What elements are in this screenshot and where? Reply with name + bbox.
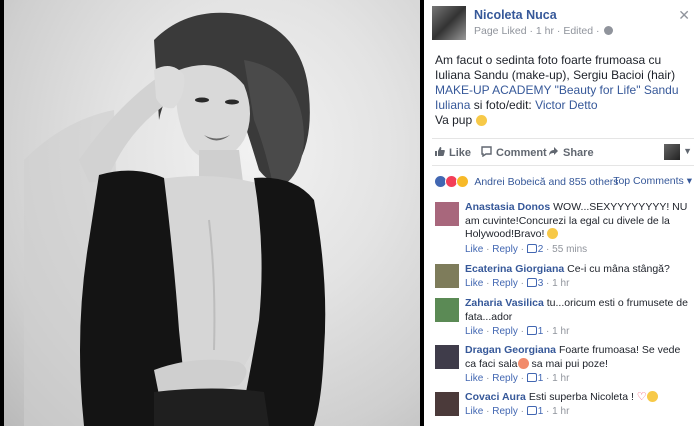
comment-footer: Like · Reply · 1 · 1 hr [465,373,570,384]
comment-reply-link[interactable]: Reply [492,406,518,417]
commenter-avatar[interactable] [435,298,459,322]
comment-footer: Like · Reply · 3 · 1 hr [465,278,570,289]
like-label: Like [449,147,472,159]
comment-item: Ecaterina Giorgiana Ce-i cu mâna stângă?… [424,258,700,292]
commenter-name[interactable]: Anastasia Donos [465,201,550,213]
comment-like-count[interactable]: 1 [538,373,544,384]
flushed-emoji-icon [517,357,529,369]
comment-item: Zaharia Vasilica tu...oricum esti o frum… [424,292,700,339]
comment-body: Ecaterina Giorgiana Ce-i cu mâna stângă? [465,263,694,277]
commenter-avatar[interactable] [435,202,459,226]
share-label: Share [563,147,594,159]
commenter-avatar[interactable] [435,345,459,369]
comment-time[interactable]: 1 hr [552,278,569,289]
edited-label[interactable]: Edited [563,25,593,37]
top-comments-dropdown[interactable]: Top Comments ▾ [613,175,692,187]
comment-body: Zaharia Vasilica tu...oricum esti o frum… [465,297,694,324]
comment-reply-link[interactable]: Reply [492,373,518,384]
post-header: Nicoleta Nuca Page Liked · 1 hr · Edited… [432,6,692,42]
comment-text: Ce-i cu mâna stângă? [567,263,670,275]
like-count-icon [526,406,537,415]
comment-like-count[interactable]: 3 [538,278,544,289]
comment-body: Dragan Georgiana Foarte frumoasa! Se ved… [465,344,694,371]
share-as-avatar[interactable] [664,144,680,160]
comment-label: Comment [496,147,547,159]
comment-time[interactable]: 55 mins [552,244,587,255]
globe-icon [604,26,614,35]
post-text-part2: si foto/edit: [470,98,536,112]
comment-like-link[interactable]: Like [465,406,483,417]
comment-item: Dragan Georgiana Foarte frumoasa! Se ved… [424,339,700,386]
thumbs-up-icon [434,146,445,157]
post-meta: Page Liked · 1 hr · Edited · [474,25,614,37]
share-icon [548,146,559,157]
post-link-photographer[interactable]: Victor Detto [535,98,597,112]
kiss-emoji-icon [646,391,658,402]
reactions-summary: Andrei Bobeică and 855 others Top Commen… [434,174,692,190]
comments-list: Anastasia Donos WOW...SEXYYYYYYYY! NU am… [424,196,700,426]
commenter-avatar[interactable] [435,264,459,288]
author-name[interactable]: Nicoleta Nuca [474,8,557,22]
commenter-name[interactable]: Dragan Georgiana [465,344,556,356]
comment-icon [481,146,492,158]
kiss-emoji-icon [475,115,487,126]
page-liked-label: Page Liked [474,25,527,37]
post-actions-bar: Like Comment Share ▼ [432,138,694,166]
comment-item: Covaci Aura Esti superba Nicoleta ! ♡ Li… [424,386,700,426]
post-text: Am facut o sedinta foto foarte frumoasa … [435,53,690,128]
comment-button[interactable]: Comment [481,146,547,159]
chevron-down-icon[interactable]: ▼ [683,146,692,156]
like-count-icon [526,373,537,382]
post-text-line2: Va pup [435,113,473,127]
comment-text: Esti superba Nicoleta ! [528,391,634,403]
close-icon[interactable]: ✕ [678,8,690,22]
comment-item: Anastasia Donos WOW...SEXYYYYYYYY! NU am… [424,196,700,258]
comment-time[interactable]: 1 hr [552,406,569,417]
post-time[interactable]: 1 hr [536,25,554,37]
post-text-part1: Am facut o sedinta foto foarte frumoasa … [435,53,676,82]
photo-image [4,0,420,426]
woman-portrait-illustration [24,12,326,426]
post-sidebar: Nicoleta Nuca Page Liked · 1 hr · Edited… [424,0,700,426]
comment-footer: Like · Reply · 2 · 55 mins [465,244,588,255]
comment-reply-link[interactable]: Reply [492,244,518,255]
comment-body: Anastasia Donos WOW...SEXYYYYYYYY! NU am… [465,201,694,242]
comment-reply-link[interactable]: Reply [492,326,518,337]
comment-time[interactable]: 1 hr [552,373,569,384]
comment-like-link[interactable]: Like [465,373,483,384]
comment-like-count[interactable]: 1 [538,326,544,337]
comment-footer: Like · Reply · 1 · 1 hr [465,326,570,337]
wow-reaction-icon [456,175,469,188]
reactions-count[interactable]: Andrei Bobeică and 855 others [474,176,618,188]
comment-like-link[interactable]: Like [465,326,483,337]
comment-footer: Like · Reply · 1 · 1 hr [465,406,570,417]
like-count-icon [526,326,537,335]
comment-reply-link[interactable]: Reply [492,278,518,289]
comment-text-after: sa mai pui poze! [528,357,608,370]
top-comments-label: Top Comments [613,175,684,187]
comment-like-link[interactable]: Like [465,244,483,255]
heart-icon: ♡ [636,391,647,403]
commenter-avatar[interactable] [435,392,459,416]
commenter-name[interactable]: Zaharia Vasilica [465,297,544,309]
smile-emoji-icon [547,228,559,239]
post-photo[interactable] [0,0,424,426]
comment-time[interactable]: 1 hr [552,326,569,337]
share-button[interactable]: Share [548,146,594,159]
commenter-name[interactable]: Covaci Aura [465,391,526,403]
comment-like-count[interactable]: 2 [538,244,544,255]
like-count-icon [526,244,537,253]
comment-like-link[interactable]: Like [465,278,483,289]
comment-body: Covaci Aura Esti superba Nicoleta ! ♡ [465,391,694,405]
commenter-name[interactable]: Ecaterina Giorgiana [465,263,564,275]
like-button[interactable]: Like [434,146,471,159]
like-count-icon [526,278,537,287]
comment-like-count[interactable]: 1 [538,406,544,417]
author-avatar[interactable] [432,6,466,40]
